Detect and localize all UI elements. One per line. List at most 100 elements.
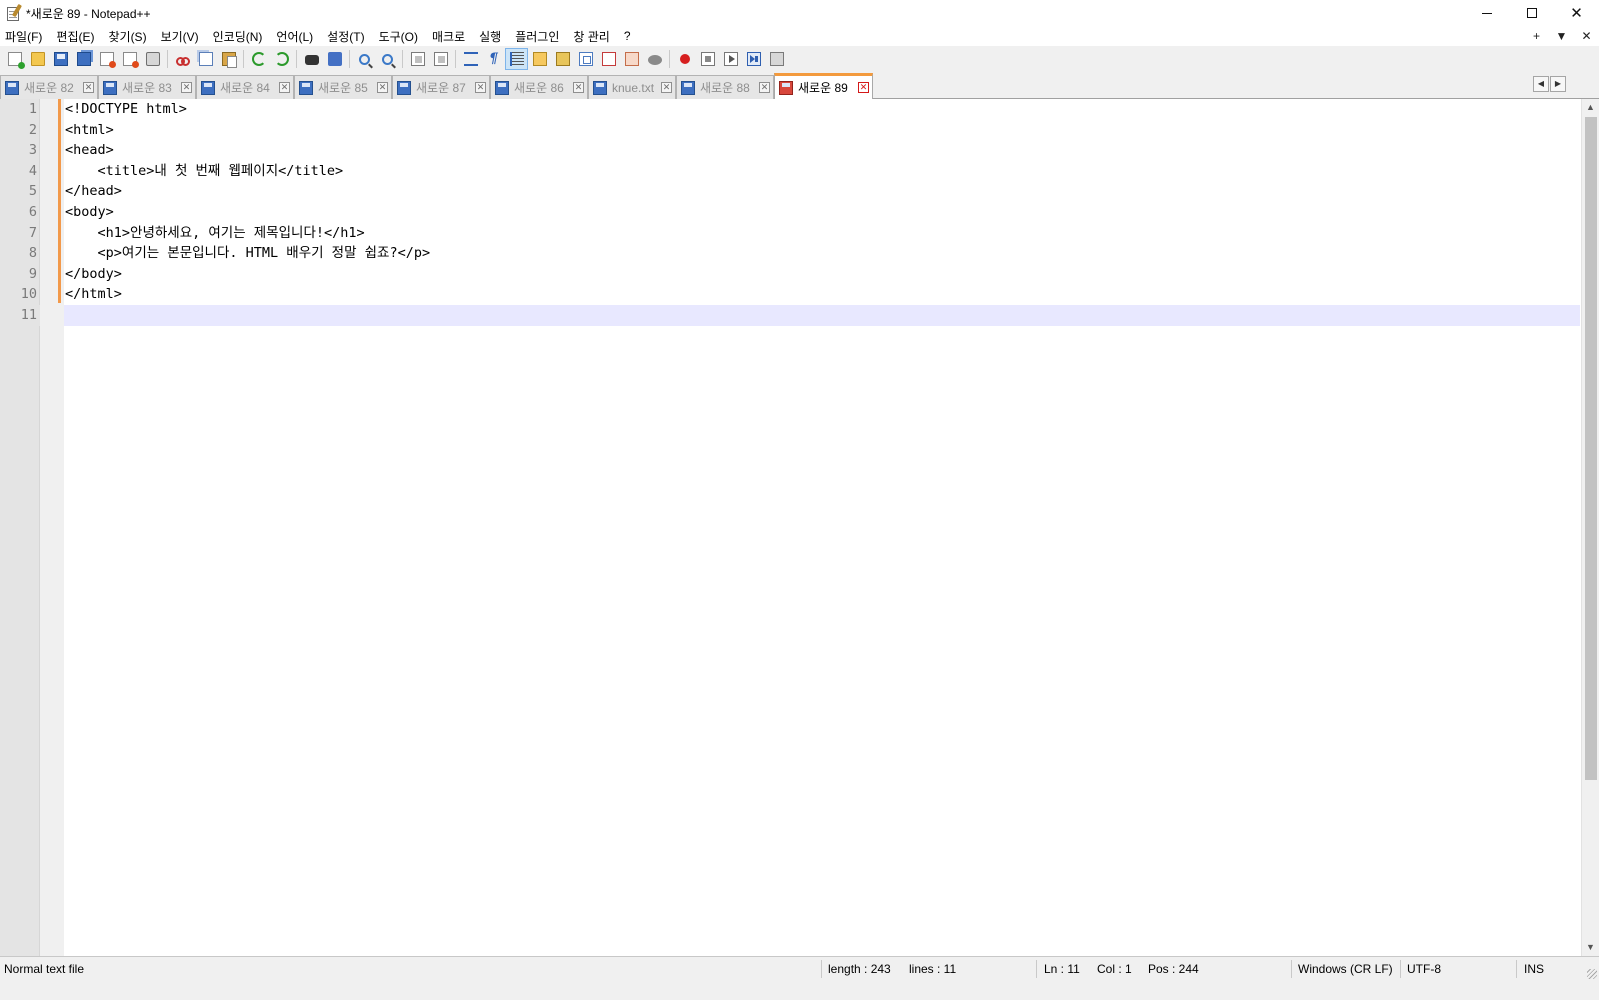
- tab-new-89[interactable]: 새로운 89 ✕: [774, 73, 873, 99]
- paste-button[interactable]: [217, 48, 240, 70]
- sync-vertical-button[interactable]: [406, 48, 429, 70]
- tab-close-icon[interactable]: ✕: [181, 82, 192, 93]
- tab-close-icon[interactable]: ✕: [661, 82, 672, 93]
- menu-window[interactable]: 창 관리: [566, 28, 616, 45]
- title-bar: *새로운 89 - Notepad++ ✕: [0, 0, 1599, 26]
- tab-close-icon[interactable]: ✕: [858, 82, 869, 93]
- menu-run[interactable]: 실행: [472, 28, 508, 45]
- menu-edit[interactable]: 편집(E): [49, 28, 101, 45]
- editor-line: 7 <h1>안녕하세요, 여기는 제목입니다!</h1>: [0, 223, 1580, 244]
- function-list-button[interactable]: [597, 48, 620, 70]
- saved-file-icon: [299, 80, 313, 95]
- tab-new-87[interactable]: 새로운 87 ✕: [392, 75, 490, 99]
- vertical-scrollbar[interactable]: ▲ ▼: [1581, 99, 1599, 956]
- scroll-down-icon[interactable]: ▼: [1582, 939, 1599, 956]
- tab-scroll-left-button[interactable]: ◀: [1533, 76, 1549, 92]
- tab-new-83[interactable]: 새로운 83 ✕: [98, 75, 196, 99]
- cut-button[interactable]: [171, 48, 194, 70]
- line-text[interactable]: <body>: [65, 202, 114, 223]
- stop-recording-button[interactable]: [696, 48, 719, 70]
- menu-tools[interactable]: 도구(O): [372, 28, 425, 45]
- scroll-up-icon[interactable]: ▲: [1582, 99, 1599, 116]
- editor-area[interactable]: 1 <!DOCTYPE html> 2 <html> 3 <head> 4 <titl…: [0, 99, 1599, 956]
- close-window-button[interactable]: ✕: [1554, 0, 1599, 26]
- line-number: 2: [28, 121, 37, 138]
- tab-knue-txt[interactable]: knue.txt ✕: [588, 75, 676, 99]
- line-text[interactable]: <h1>안녕하세요, 여기는 제목입니다!</h1>: [65, 223, 365, 244]
- tab-list-button[interactable]: ▼: [1549, 29, 1574, 43]
- close-all-button[interactable]: [118, 48, 141, 70]
- line-text[interactable]: <!DOCTYPE html>: [65, 99, 187, 120]
- save-button[interactable]: [49, 48, 72, 70]
- replace-button[interactable]: [323, 48, 346, 70]
- zoom-in-button[interactable]: [353, 48, 376, 70]
- save-all-button[interactable]: [72, 48, 95, 70]
- sync-horizontal-button[interactable]: [429, 48, 452, 70]
- tab-new-84[interactable]: 새로운 84 ✕: [196, 75, 294, 99]
- tab-close-icon[interactable]: ✕: [475, 82, 486, 93]
- show-all-characters-button[interactable]: ¶: [482, 48, 505, 70]
- xml-icon: [555, 52, 570, 66]
- tab-close-icon[interactable]: ✕: [83, 82, 94, 93]
- copy-button[interactable]: [194, 48, 217, 70]
- folder-as-workspace-button[interactable]: [620, 48, 643, 70]
- document-map-button[interactable]: [574, 48, 597, 70]
- playback-button[interactable]: [719, 48, 742, 70]
- menu-settings[interactable]: 설정(T): [320, 28, 371, 45]
- tab-close-icon[interactable]: ✕: [759, 82, 770, 93]
- menu-help[interactable]: ?: [617, 29, 638, 43]
- record-macro-button[interactable]: [673, 48, 696, 70]
- new-tab-button[interactable]: +: [1524, 29, 1549, 43]
- word-wrap-button[interactable]: [459, 48, 482, 70]
- status-eol[interactable]: Windows (CR LF): [1294, 957, 1393, 981]
- menu-macro[interactable]: 매크로: [425, 28, 472, 45]
- find-button[interactable]: [300, 48, 323, 70]
- line-text[interactable]: <html>: [65, 120, 114, 141]
- save-macro-button[interactable]: [765, 48, 788, 70]
- maximize-button[interactable]: [1509, 0, 1554, 26]
- playback-multiple-button[interactable]: [742, 48, 765, 70]
- line-text[interactable]: </head>: [65, 181, 122, 202]
- tab-label: 새로운 89: [798, 81, 848, 95]
- close-document-button[interactable]: ✕: [1574, 29, 1599, 43]
- menu-plugins[interactable]: 플러그인: [508, 28, 566, 45]
- sync-horizontal-icon: [433, 52, 448, 66]
- zoom-out-button[interactable]: [376, 48, 399, 70]
- line-text[interactable]: </html>: [65, 284, 122, 305]
- tab-scroll-right-button[interactable]: ▶: [1550, 76, 1566, 92]
- tab-new-82[interactable]: 새로운 82 ✕: [0, 75, 98, 99]
- tab-new-85[interactable]: 새로운 85 ✕: [294, 75, 392, 99]
- line-text[interactable]: <head>: [65, 140, 114, 161]
- tab-close-icon[interactable]: ✕: [573, 82, 584, 93]
- tab-close-icon[interactable]: ✕: [377, 82, 388, 93]
- menu-language[interactable]: 언어(L): [269, 28, 320, 45]
- undo-button[interactable]: [247, 48, 270, 70]
- tab-close-icon[interactable]: ✕: [279, 82, 290, 93]
- status-encoding[interactable]: UTF-8: [1403, 957, 1441, 981]
- print-button[interactable]: [141, 48, 164, 70]
- line-text[interactable]: <p>여기는 본문입니다. HTML 배우기 정말 쉽죠?</p>: [65, 243, 431, 264]
- redo-icon: [274, 52, 289, 66]
- status-insert-mode[interactable]: INS: [1520, 957, 1544, 981]
- saved-file-icon: [495, 80, 509, 95]
- user-language-button[interactable]: [528, 48, 551, 70]
- scrollbar-thumb[interactable]: [1585, 117, 1597, 780]
- close-file-button[interactable]: [95, 48, 118, 70]
- indent-guide-button[interactable]: [505, 48, 528, 70]
- open-file-button[interactable]: [26, 48, 49, 70]
- tab-new-86[interactable]: 새로운 86 ✕: [490, 75, 588, 99]
- redo-button[interactable]: [270, 48, 293, 70]
- menu-file[interactable]: 파일(F): [0, 28, 49, 45]
- menu-view[interactable]: 보기(V): [154, 28, 206, 45]
- menu-search[interactable]: 찾기(S): [101, 28, 153, 45]
- monitoring-button[interactable]: [643, 48, 666, 70]
- minimize-button[interactable]: [1464, 0, 1509, 26]
- menu-encoding[interactable]: 인코딩(N): [206, 28, 270, 45]
- tab-new-88[interactable]: 새로운 88 ✕: [676, 75, 774, 99]
- xml-button[interactable]: [551, 48, 574, 70]
- line-text[interactable]: <title>내 첫 번째 웹페이지</title>: [65, 161, 344, 182]
- line-text[interactable]: </body>: [65, 264, 122, 285]
- new-file-button[interactable]: [3, 48, 26, 70]
- line-number: 5: [28, 183, 37, 200]
- resize-grip-icon[interactable]: [1587, 969, 1597, 979]
